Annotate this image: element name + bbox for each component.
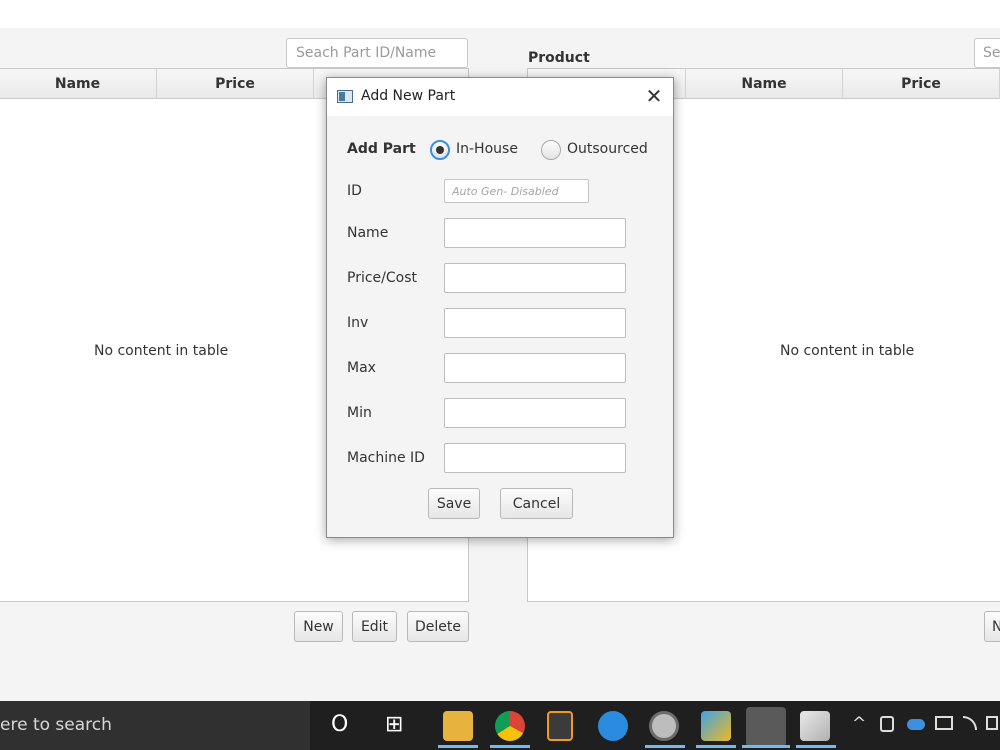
max-field[interactable] [444, 353, 626, 383]
radio-inhouse[interactable] [430, 140, 450, 160]
products-col-price[interactable]: Price [843, 69, 1000, 99]
add-part-heading: Add Part [347, 141, 416, 157]
radio-outsourced-label[interactable]: Outsourced [567, 141, 648, 157]
dialog-titlebar[interactable]: Add New Part ✕ [327, 78, 673, 116]
parts-empty-message: No content in table [94, 343, 229, 359]
sublime-text-icon[interactable] [547, 711, 573, 741]
explorer-active-indicator [438, 745, 478, 748]
parts-col-price[interactable]: Price [157, 69, 314, 99]
java-active-indicator [742, 745, 790, 748]
tray-chevron-icon[interactable]: ^ [852, 714, 866, 734]
products-col-name[interactable]: Name [686, 69, 843, 99]
chrome-icon[interactable] [495, 711, 525, 741]
taskbar: ere to search O ⊞ ^ [0, 701, 1000, 750]
volume-icon[interactable] [986, 716, 998, 730]
machine-id-field[interactable] [444, 443, 626, 473]
product-section-title: Product [528, 50, 590, 66]
browser-icon[interactable] [598, 711, 628, 741]
radio-inhouse-label[interactable]: In-House [456, 141, 518, 157]
cortana-icon[interactable]: O [331, 712, 348, 737]
onedrive-icon[interactable] [907, 719, 925, 730]
id-label: ID [347, 183, 362, 199]
paint-icon[interactable] [800, 711, 830, 741]
part-search-input[interactable] [286, 38, 468, 68]
task-view-icon[interactable]: ⊞ [385, 712, 403, 737]
cancel-button[interactable]: Cancel [500, 488, 573, 519]
file-explorer-icon[interactable] [443, 711, 473, 741]
settings-active-indicator [645, 745, 685, 748]
machine-id-label: Machine ID [347, 450, 425, 466]
inv-label: Inv [347, 315, 369, 331]
id-field [444, 179, 589, 203]
chrome-active-indicator [490, 745, 530, 748]
wifi-icon[interactable] [963, 716, 977, 730]
close-icon[interactable]: ✕ [643, 86, 665, 108]
name-field[interactable] [444, 218, 626, 248]
max-label: Max [347, 360, 376, 376]
window-top-strip [0, 0, 1000, 28]
new-part-button[interactable]: New [294, 611, 343, 642]
add-part-dialog[interactable]: Add New Part ✕ Add Part In-House Outsour… [326, 77, 674, 538]
network-icon[interactable] [935, 716, 953, 730]
dialog-title: Add New Part [361, 88, 456, 104]
price-label: Price/Cost [347, 270, 417, 286]
price-field[interactable] [444, 263, 626, 293]
products-empty-message: No content in table [780, 343, 915, 359]
java-icon[interactable] [746, 707, 786, 747]
settings-icon[interactable] [649, 711, 679, 741]
paint-active-indicator [796, 745, 836, 748]
app3d-active-indicator [696, 745, 736, 748]
radio-outsourced[interactable] [541, 140, 561, 160]
name-label: Name [347, 225, 389, 241]
save-button[interactable]: Save [428, 488, 480, 519]
min-label: Min [347, 405, 372, 421]
delete-part-button[interactable]: Delete [407, 611, 469, 642]
parts-col-name[interactable]: Name [0, 69, 157, 99]
inv-field[interactable] [444, 308, 626, 338]
3d-app-icon[interactable] [701, 711, 731, 741]
edit-part-button[interactable]: Edit [352, 611, 397, 642]
meet-now-icon[interactable] [880, 716, 894, 732]
new-product-button[interactable]: N [984, 611, 1000, 642]
product-search-input[interactable] [974, 38, 1000, 68]
app-window-icon [337, 90, 353, 103]
taskbar-search-box[interactable]: ere to search [0, 701, 310, 750]
min-field[interactable] [444, 398, 626, 428]
